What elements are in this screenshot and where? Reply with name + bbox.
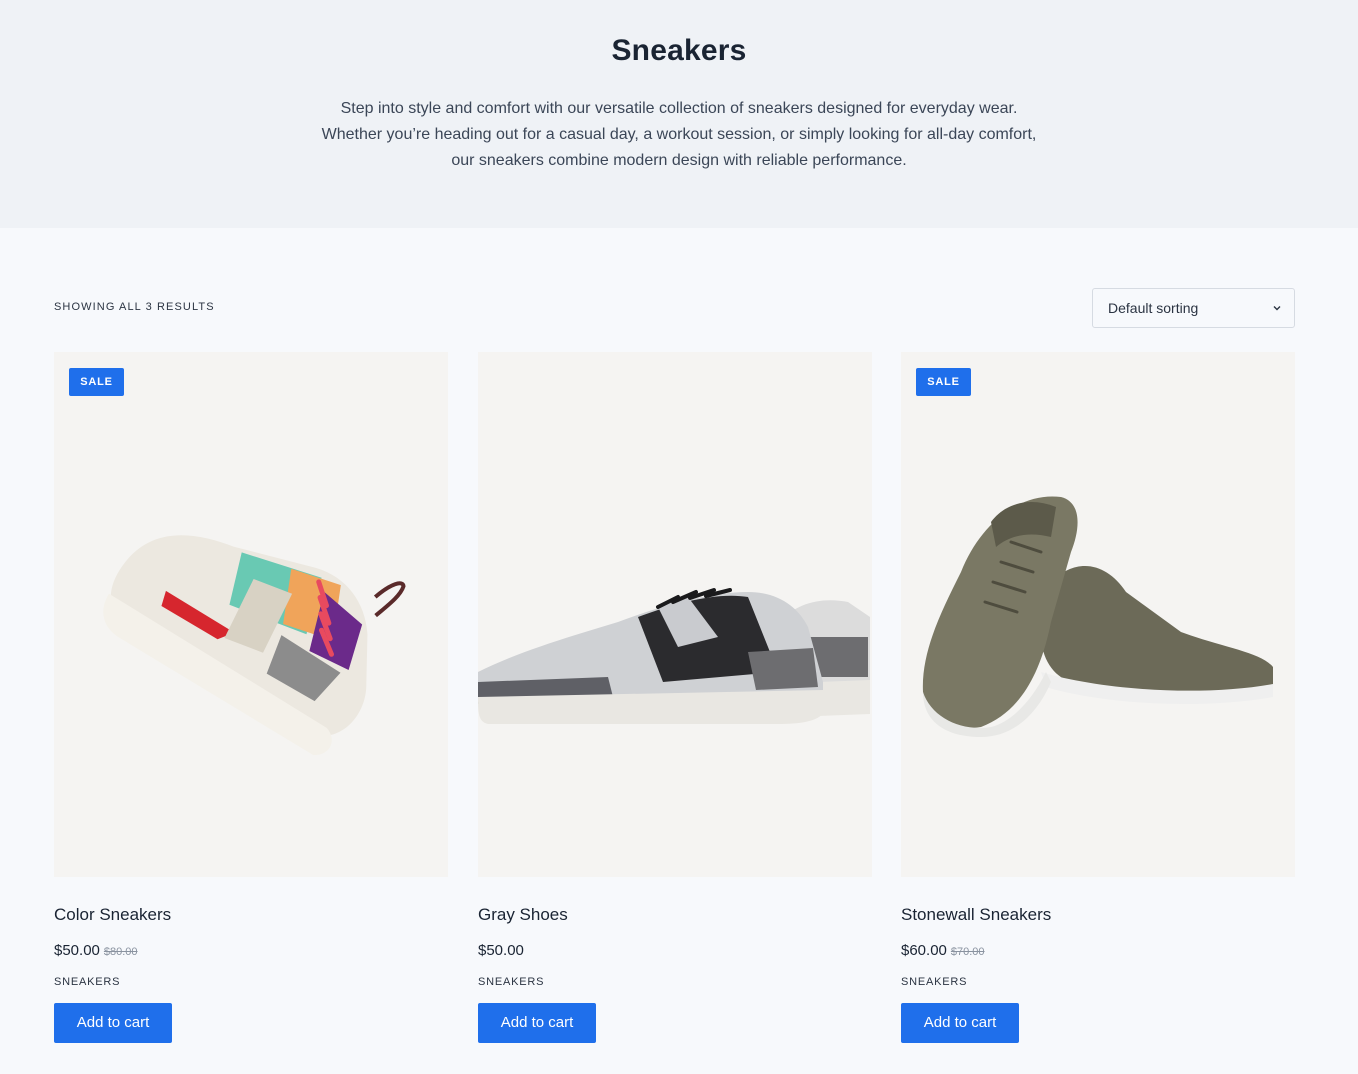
sort-selected-value: Default sorting: [1108, 300, 1199, 316]
category-hero: Sneakers Step into style and comfort wit…: [0, 0, 1358, 228]
product-image-link[interactable]: SALE: [901, 352, 1295, 877]
add-to-cart-button[interactable]: Add to cart: [54, 1003, 172, 1043]
product-card: SALE Color Sneakers $50.00 $80.00 SNEAKER…: [54, 352, 448, 1052]
sort-dropdown[interactable]: Default sorting: [1092, 288, 1295, 328]
page-title: Sneakers: [611, 34, 747, 67]
product-price: $60.00 $70.00: [901, 942, 985, 959]
original-price: $70.00: [950, 946, 985, 958]
original-price: $80.00: [103, 946, 138, 958]
product-card: SALE Stonewall Sneakers $60.00 $70.00 SNE…: [901, 352, 1295, 1052]
sale-badge: SALE: [69, 368, 124, 396]
description-line: Whether you’re heading out for a casual …: [321, 126, 1037, 143]
product-title[interactable]: Stonewall Sneakers: [901, 905, 1051, 925]
sale-badge: SALE: [916, 368, 971, 396]
product-title[interactable]: Color Sneakers: [54, 905, 171, 925]
current-price: $50.00: [478, 942, 524, 959]
product-category[interactable]: SNEAKERS: [54, 976, 120, 988]
multicolor-sneaker-image: [103, 535, 406, 756]
product-title[interactable]: Gray Shoes: [478, 905, 568, 925]
add-to-cart-button[interactable]: Add to cart: [478, 1003, 596, 1043]
product-category[interactable]: SNEAKERS: [901, 976, 967, 988]
product-category[interactable]: SNEAKERS: [478, 976, 544, 988]
product-price: $50.00: [478, 942, 524, 959]
gray-shoes-image: [478, 588, 870, 724]
current-price: $50.00: [54, 942, 100, 959]
olive-sneakers-image: [922, 496, 1273, 737]
product-image-link[interactable]: [478, 352, 872, 877]
add-to-cart-button[interactable]: Add to cart: [901, 1003, 1019, 1043]
current-price: $60.00: [901, 942, 947, 959]
product-card: Gray Shoes $50.00 SNEAKERS Add to cart: [478, 352, 872, 1052]
category-description: Step into style and comfort with our ver…: [279, 96, 1079, 174]
product-price: $50.00 $80.00: [54, 942, 138, 959]
results-count: SHOWING ALL 3 RESULTS: [54, 301, 215, 313]
chevron-down-icon: [1273, 306, 1281, 311]
description-line: our sneakers combine modern design with …: [451, 152, 907, 169]
product-image-link[interactable]: SALE: [54, 352, 448, 877]
description-line: Step into style and comfort with our ver…: [340, 100, 1018, 117]
